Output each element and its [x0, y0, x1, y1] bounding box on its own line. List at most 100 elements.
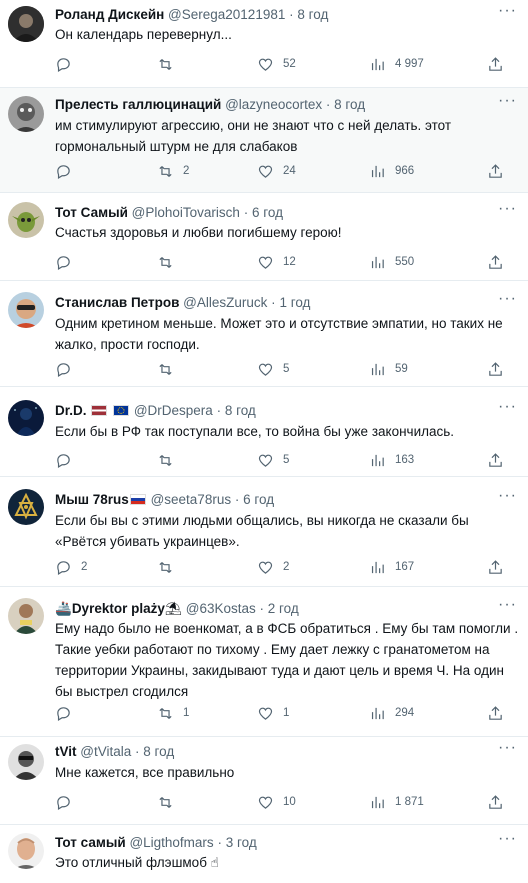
reply-button[interactable] [55, 450, 81, 470]
retweet-button[interactable] [157, 792, 183, 812]
author-handle[interactable]: @Serega20121981 [168, 7, 285, 22]
retweet-button[interactable] [157, 450, 183, 470]
timestamp[interactable]: 6 год [252, 205, 283, 220]
like-button[interactable]: 2 [257, 557, 289, 577]
more-icon[interactable]: ··· [498, 291, 516, 312]
reply-icon [57, 560, 70, 575]
like-button[interactable]: 24 [257, 161, 296, 181]
retweet-icon [159, 796, 172, 808]
timestamp[interactable]: 8 год [297, 7, 328, 22]
tweet[interactable]: Прелесть галлюцинаций @lazyneocortex · 8… [0, 88, 528, 193]
author-handle[interactable]: @lazyneocortex [225, 97, 322, 112]
views-button[interactable]: 4 997 [369, 54, 424, 74]
author-name[interactable]: tVit [55, 744, 77, 759]
share-icon [489, 254, 502, 269]
avatar[interactable] [8, 400, 44, 436]
views-button[interactable]: 163 [369, 450, 414, 470]
tweet[interactable]: tVit @tVitala · 8 год ··· Мне кажется, в… [0, 737, 528, 825]
author-handle[interactable]: @PlohoiTovarisch [132, 205, 240, 220]
avatar[interactable] [8, 598, 44, 634]
timestamp[interactable]: 8 год [225, 403, 256, 418]
share-button[interactable] [487, 252, 504, 272]
reply-button[interactable]: 2 [55, 557, 87, 577]
author-handle[interactable]: @seeta78rus [151, 492, 232, 507]
views-button[interactable]: 294 [369, 703, 414, 723]
retweet-button[interactable]: 2 [157, 161, 189, 181]
reply-icon [57, 255, 70, 270]
like-button[interactable]: 5 [257, 359, 289, 379]
timestamp[interactable]: 1 год [279, 295, 310, 310]
views-button[interactable]: 1 871 [369, 792, 424, 812]
retweet-button[interactable]: 1 [157, 703, 189, 723]
reply-button[interactable] [55, 703, 81, 723]
like-button[interactable]: 12 [257, 252, 296, 272]
avatar[interactable] [8, 202, 44, 238]
more-icon[interactable]: ··· [498, 93, 516, 114]
retweet-button[interactable] [157, 252, 183, 272]
author-name[interactable]: Роланд Дискейн [55, 7, 164, 22]
more-icon[interactable]: ··· [498, 3, 516, 24]
share-button[interactable] [487, 703, 504, 723]
share-button[interactable] [487, 450, 504, 470]
share-button[interactable] [487, 359, 504, 379]
author-handle[interactable]: @Ligthofmars [129, 835, 213, 850]
tweet[interactable]: Мыш 78rus @seeta78rus · 6 год ··· Если б… [0, 477, 528, 587]
retweet-button[interactable] [157, 557, 183, 577]
share-button[interactable] [487, 54, 504, 74]
like-button[interactable]: 10 [257, 792, 296, 812]
author-handle[interactable]: @tVitala [80, 744, 131, 759]
author-name[interactable]: Dyrektor plaży [72, 601, 165, 616]
timestamp[interactable]: 3 год [226, 835, 257, 850]
more-icon[interactable]: ··· [498, 740, 516, 761]
author-name[interactable]: Тот Самый [55, 205, 128, 220]
tweet[interactable]: Станислав Петров @AllesZuruck · 1 год ··… [0, 281, 528, 387]
views-button[interactable]: 966 [369, 161, 414, 181]
like-button[interactable]: 52 [257, 54, 296, 74]
reply-button[interactable] [55, 161, 81, 181]
reply-button[interactable] [55, 54, 81, 74]
share-button[interactable] [487, 557, 504, 577]
author-name[interactable]: Станислав Петров [55, 295, 179, 310]
avatar[interactable] [8, 833, 44, 869]
author-name[interactable]: Мыш 78rus [55, 492, 129, 507]
share-icon [489, 559, 502, 574]
more-icon[interactable]: ··· [498, 201, 516, 222]
timestamp[interactable]: 8 год [334, 97, 365, 112]
timestamp[interactable]: 6 год [243, 492, 274, 507]
share-icon [489, 705, 502, 720]
author-handle[interactable]: @AllesZuruck [183, 295, 267, 310]
reply-button[interactable] [55, 252, 81, 272]
avatar[interactable] [8, 96, 44, 132]
share-button[interactable] [487, 792, 504, 812]
like-button[interactable]: 5 [257, 450, 289, 470]
views-button[interactable]: 167 [369, 557, 414, 577]
reply-button[interactable] [55, 359, 81, 379]
more-icon[interactable]: ··· [498, 831, 516, 852]
avatar[interactable] [8, 292, 44, 328]
author-name[interactable]: Прелесть галлюцинаций [55, 97, 221, 112]
retweet-button[interactable] [157, 359, 183, 379]
share-button[interactable] [487, 161, 504, 181]
author-name[interactable]: Тот самый [55, 835, 126, 850]
tweet[interactable]: Тот Самый @PlohoiTovarisch · 6 год ··· С… [0, 193, 528, 281]
tweet[interactable]: Тот самый @Ligthofmars · 3 год ··· Это о… [0, 825, 528, 883]
tweet[interactable]: Роланд Дискейн @Serega20121981 · 8 год ·… [0, 0, 528, 88]
author-name[interactable]: Dr.D. [55, 403, 87, 418]
tweet[interactable]: 🚢Dyrektor plaży⛱ @63Kostas · 2 год ··· Е… [0, 587, 528, 737]
timestamp[interactable]: 2 год [268, 601, 299, 616]
author-handle[interactable]: @DrDespera [134, 403, 213, 418]
more-icon[interactable]: ··· [498, 597, 516, 618]
views-button[interactable]: 550 [369, 252, 414, 272]
retweet-button[interactable] [157, 54, 183, 74]
reply-button[interactable] [55, 792, 81, 812]
avatar[interactable] [8, 744, 44, 780]
more-icon[interactable]: ··· [498, 488, 516, 509]
tweet[interactable]: Dr.D. @DrDespera · 8 год ··· Если бы в Р… [0, 387, 528, 477]
more-icon[interactable]: ··· [498, 399, 516, 420]
like-button[interactable]: 1 [257, 703, 289, 723]
avatar[interactable] [8, 6, 44, 42]
avatar[interactable] [8, 489, 44, 525]
views-button[interactable]: 59 [369, 359, 408, 379]
timestamp[interactable]: 8 год [143, 744, 174, 759]
author-handle[interactable]: @63Kostas [186, 601, 256, 616]
